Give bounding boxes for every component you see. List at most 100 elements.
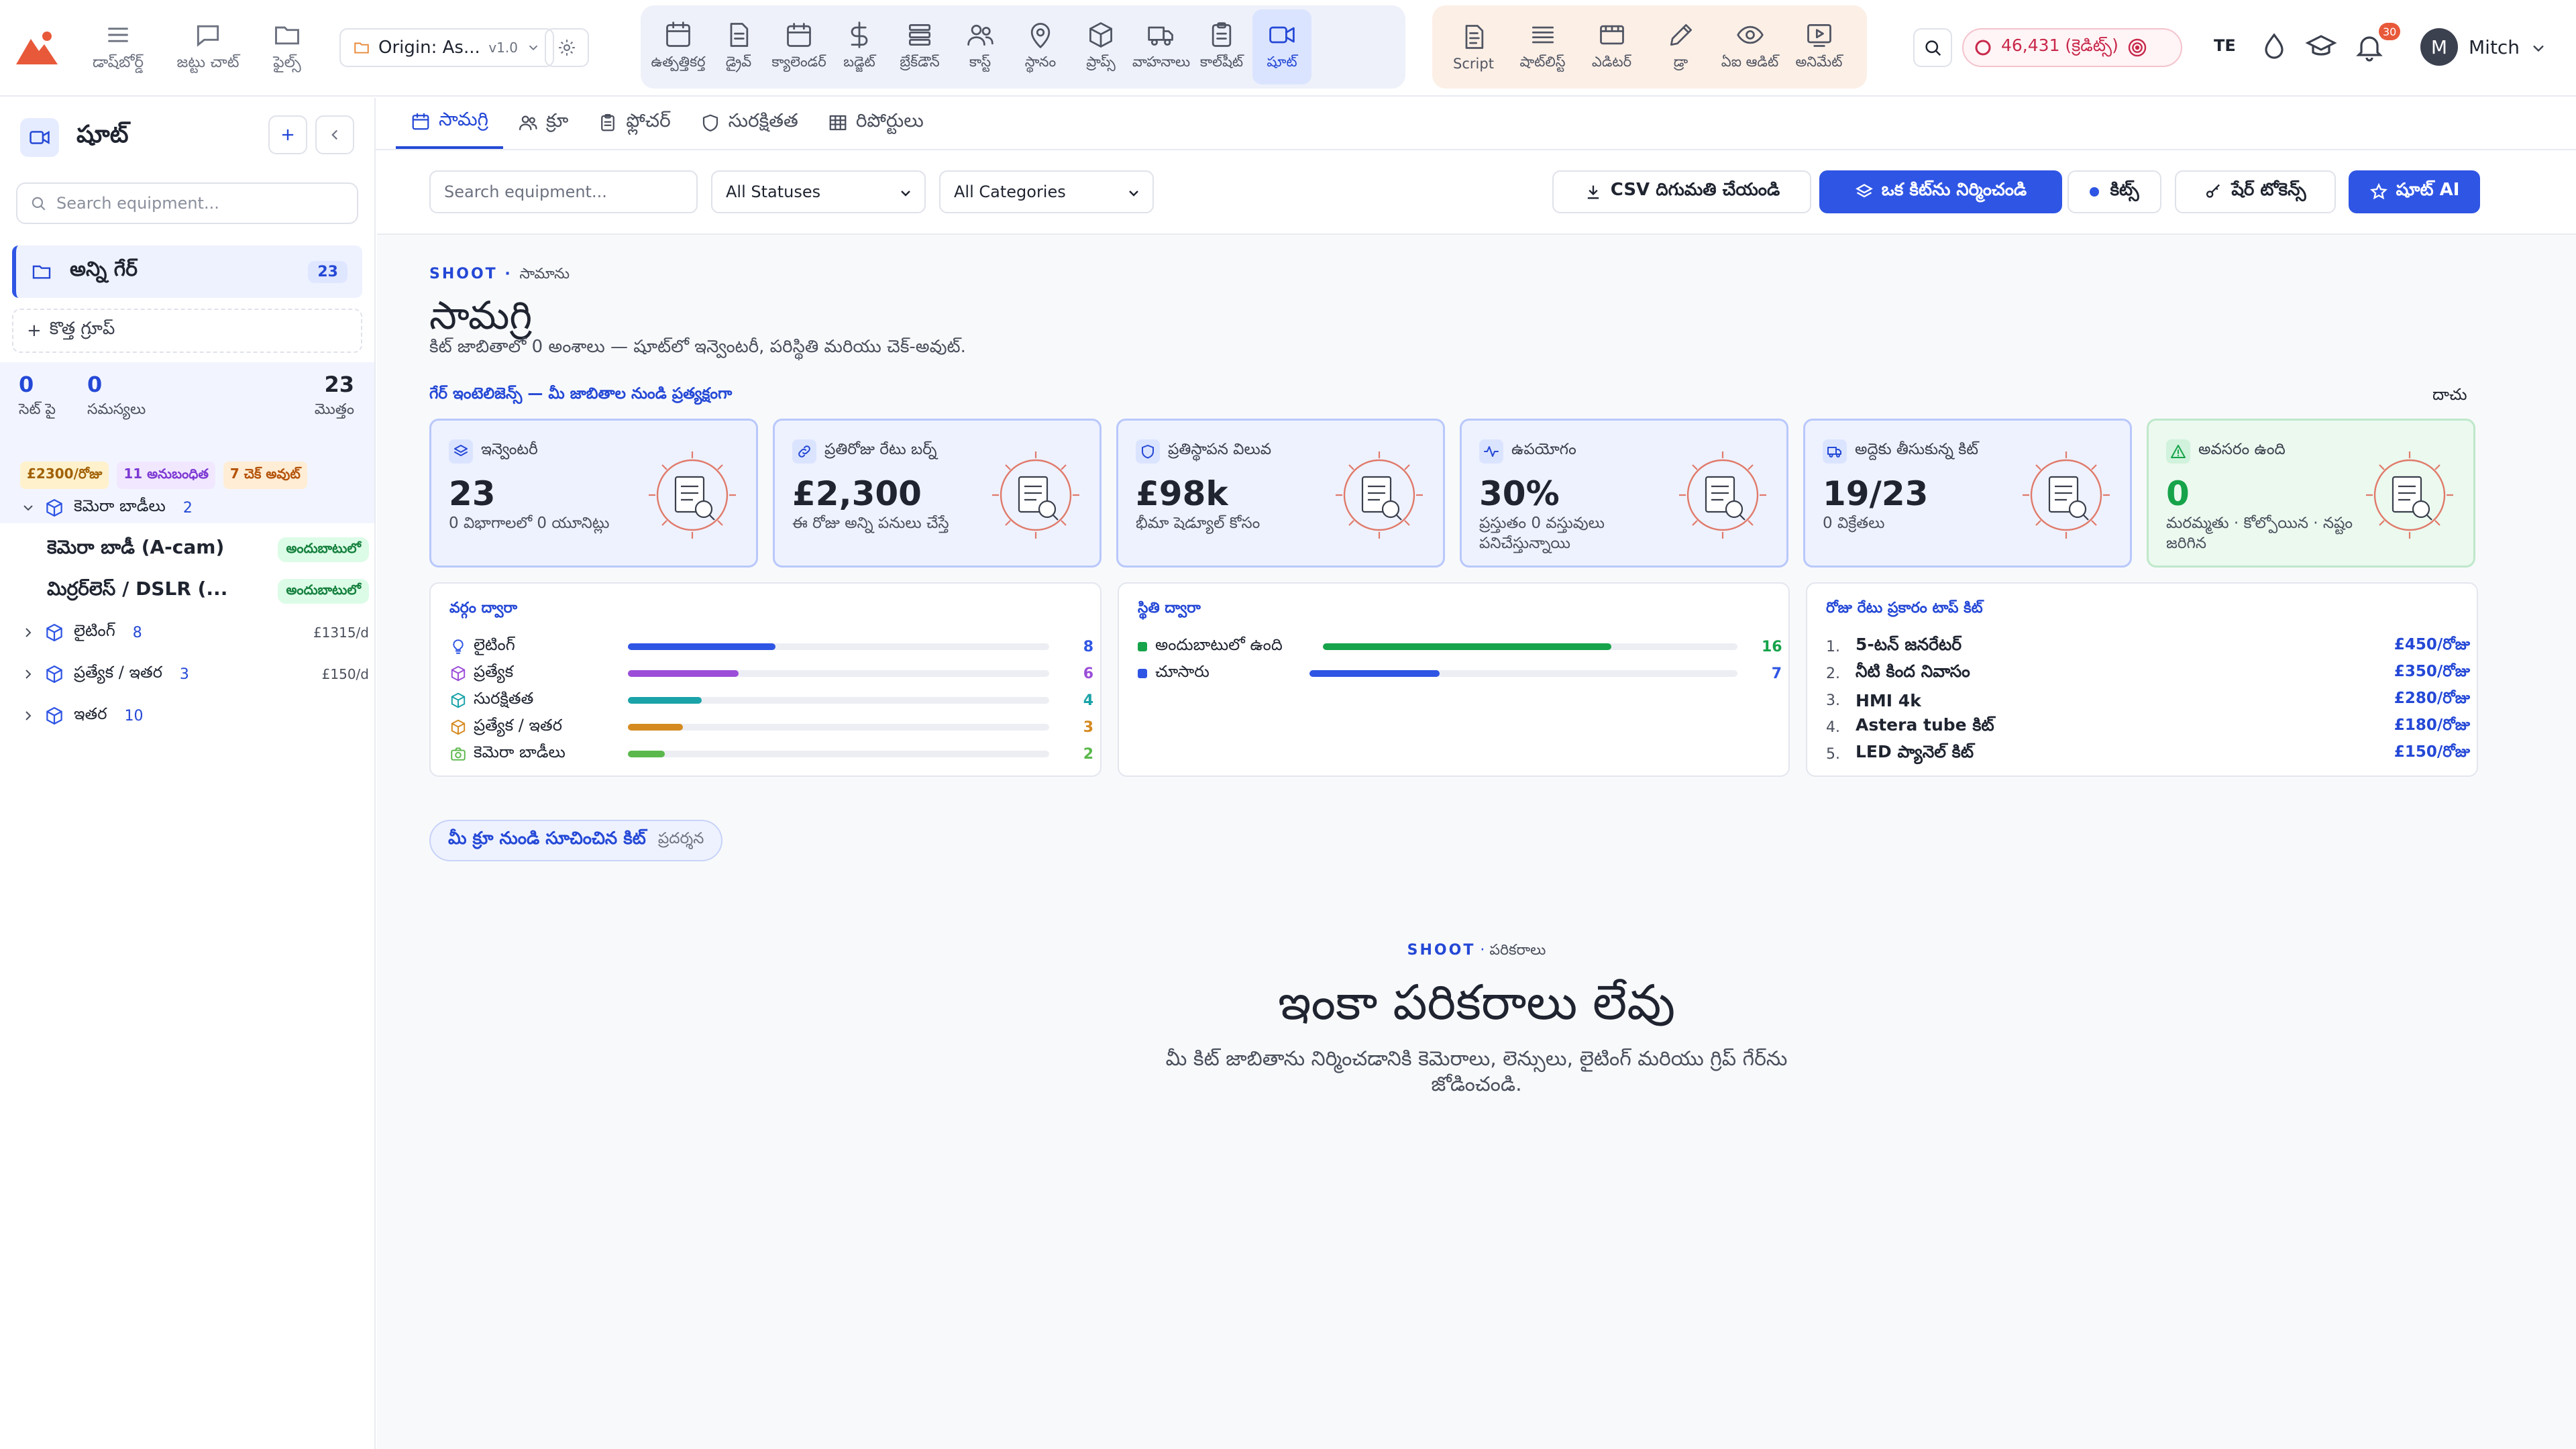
kits-dot-icon — [2090, 187, 2100, 197]
nav-dashboard[interactable]: డాష్‌బోర్డ్ — [71, 20, 165, 75]
hide-intel-button[interactable]: దాచు — [2432, 385, 2467, 408]
secondary-nav-item-1[interactable]: Script — [1440, 9, 1507, 85]
shoot-ai-button[interactable]: షూట్ AI — [2349, 170, 2480, 213]
secondary-nav-item-label: అనిమేట్ — [1795, 54, 1843, 70]
kpi-card-title: అద్దెకు తీసుకున్న కిట్ — [1855, 441, 1979, 458]
user-name[interactable]: Mitch — [2469, 36, 2520, 58]
main-nav-item-label: బడ్జెట్ — [843, 54, 875, 70]
category-label: కెమెరా బాడీలు — [74, 496, 166, 515]
main-nav-item-1[interactable]: ఉత్పత్తికర్త — [649, 9, 708, 85]
category-row[interactable]: కెమెరా బాడీలు 2 — [20, 487, 369, 529]
main-nav-item-7[interactable]: స్థానం — [1011, 9, 1070, 85]
category-bar-value: 4 — [1083, 692, 1093, 709]
secondary-nav-item-3[interactable]: ఎడిటర్ — [1578, 9, 1645, 85]
all-gear-count: 23 — [308, 260, 347, 283]
tab-1[interactable]: సామగ్రి — [396, 97, 503, 149]
main-nav-item-8[interactable]: ప్రాప్స్ — [1071, 9, 1130, 85]
tab-4[interactable]: సురక్షితత — [686, 97, 813, 149]
secondary-nav-item-label: ఎడిటర్ — [1591, 54, 1632, 70]
main-nav-item-4[interactable]: బడ్జెట్ — [830, 9, 889, 85]
empty-eyebrow-sub: పరికరాలు — [1489, 942, 1546, 959]
graduation-cap-icon[interactable] — [2305, 31, 2337, 63]
csv-import-button[interactable]: CSV దిగుమతి చేయండి — [1552, 170, 1811, 213]
tab-5[interactable]: రిపోర్టులు — [813, 97, 938, 149]
credits-value: 46,431 (క్రెడిట్స్) — [2001, 36, 2118, 55]
collapse-sidebar-button[interactable] — [315, 115, 354, 154]
film-icon — [1597, 20, 1627, 50]
secondary-nav-item-5[interactable]: ఏఐ ఆడిట్ — [1717, 9, 1783, 85]
add-group-button[interactable] — [268, 115, 307, 154]
category-row[interactable]: ఇతర 10 — [20, 695, 369, 737]
category-day-rate: £1315/d — [313, 625, 369, 641]
credits-badge[interactable]: 46,431 (క్రెడిట్స్) — [1962, 28, 2182, 67]
category-bar-row: సురక్షితత 4 — [449, 687, 1093, 714]
chevron-down-icon — [529, 45, 538, 51]
all-gear-item[interactable]: అన్ని గేర్ 23 — [12, 246, 362, 298]
empty-state-title: ఇంకా పరికరాలు లేవు — [1277, 974, 1676, 1030]
secondary-nav: Script షాట్‌లిస్ట్ ఎడిటర్ డ్రా ఏఐ ఆడిట్ అనిమే… — [1432, 5, 1867, 89]
stat-on-set-label: సెట్ పై — [19, 401, 56, 418]
by-status-panel: స్థితి ద్వారా అందుబాటులో ఉంది 16 చూసారు 7 — [1118, 582, 1790, 777]
script-icon — [1459, 22, 1489, 52]
language-toggle[interactable]: TE — [2214, 36, 2236, 55]
category-bar-track — [628, 724, 1049, 731]
category-bar-value: 3 — [1083, 718, 1093, 736]
category-bar-label: సురక్షితత — [474, 689, 534, 708]
category-bar-fill — [628, 751, 665, 757]
kits-button[interactable]: కిట్స్ — [2068, 170, 2161, 213]
main-nav-item-11[interactable]: షూట్ — [1252, 9, 1311, 85]
chevron-right-icon — [20, 625, 36, 641]
kpi-card-value: 0 — [2166, 474, 2190, 513]
nav-files[interactable]: ఫైల్స్ — [240, 20, 334, 75]
tab-2[interactable]: క్రూ — [503, 97, 583, 149]
app-logo-icon[interactable] — [13, 28, 60, 68]
chevron-down-icon[interactable] — [2529, 39, 2548, 58]
cube-icon — [449, 692, 467, 709]
tab-3[interactable]: ఫ్లోచర్ — [583, 97, 685, 149]
category-filter-select[interactable]: All Categories — [939, 170, 1154, 213]
search-icon — [32, 197, 46, 211]
category-bar-track — [628, 670, 1049, 677]
top-kit-name: నీటి కింద నివాసం — [1856, 661, 1970, 681]
stat-issues-label: సమస్యలు — [87, 401, 146, 418]
project-selector[interactable]: Origin: As... v1.0 — [339, 28, 554, 67]
status-bar-fill — [1309, 670, 1440, 677]
main-nav-item-9[interactable]: వాహనాలు — [1132, 9, 1191, 85]
main-nav-item-3[interactable]: క్యాలెండర్ — [769, 9, 828, 85]
build-kit-button[interactable]: ఒక కిట్‌ను నిర్మించండి — [1819, 170, 2062, 213]
equipment-row[interactable]: మిర్రర్‌లెస్ / DSLR (... అందుబాటులో — [20, 570, 369, 612]
csv-import-label: CSV దిగుమతి చేయండి — [1610, 180, 1780, 200]
category-row[interactable]: లైటింగ్ 8 £1315/d — [20, 612, 369, 653]
new-group-button[interactable]: + కొత్త గ్రూప్ — [12, 309, 362, 353]
global-search-button[interactable] — [1913, 28, 1952, 67]
equipment-row[interactable]: కెమెరా బాడీ (A-cam) అందుబాటులో — [20, 529, 369, 570]
kpi-card-value: £98k — [1136, 474, 1228, 513]
main-nav-item-5[interactable]: బ్రేక్‌డౌన్ — [890, 9, 949, 85]
kpi-card-title: ఇన్వెంటరీ — [481, 441, 538, 458]
project-settings-button[interactable] — [545, 28, 589, 67]
status-filter-select[interactable]: All Statuses — [711, 170, 926, 213]
main-nav-item-10[interactable]: కాల్‌షీట్ — [1192, 9, 1251, 85]
shield-icon — [700, 113, 720, 133]
drop-icon[interactable] — [2258, 31, 2290, 63]
suggested-kit-button[interactable]: మీ క్రూ నుండి సూచించిన కిట్ ప్రదర్శన — [429, 820, 723, 861]
video-icon — [20, 118, 59, 157]
equipment-search-input[interactable]: Search equipment... — [429, 170, 698, 213]
stat-total: 23 మొత్తం — [315, 372, 354, 421]
main-nav-item-6[interactable]: కాస్ట్ — [951, 9, 1010, 85]
kpi-card-subtitle: ప్రస్తుతం 0 వస్తువులు పనిచేస్తున్నాయి — [1479, 515, 1605, 552]
user-avatar[interactable]: M — [2420, 28, 2458, 66]
status-bar-fill — [1323, 643, 1611, 650]
secondary-nav-item-4[interactable]: డ్రా — [1648, 9, 1714, 85]
kpi-card-header: ప్రతిస్థాపన విలువ — [1136, 439, 1271, 464]
download-icon — [1587, 185, 1599, 199]
category-row[interactable]: ప్రత్యేక / ఇతర 3 £150/d — [20, 653, 369, 695]
kpi-card-header: ఇన్వెంటరీ — [449, 439, 538, 464]
share-tokens-button[interactable]: షేర్ టోకెన్స్ — [2175, 170, 2336, 213]
secondary-nav-item-2[interactable]: షాట్‌లిస్ట్ — [1509, 9, 1576, 85]
main-nav-item-2[interactable]: డ్రైవ్ — [709, 9, 768, 85]
top-kit-rate: £280/రోజు — [2394, 690, 2470, 707]
sidebar-search-input[interactable]: Search equipment... — [16, 182, 358, 224]
status-bar-label: చూసారు — [1155, 662, 1210, 681]
secondary-nav-item-6[interactable]: అనిమేట్ — [1786, 9, 1852, 85]
